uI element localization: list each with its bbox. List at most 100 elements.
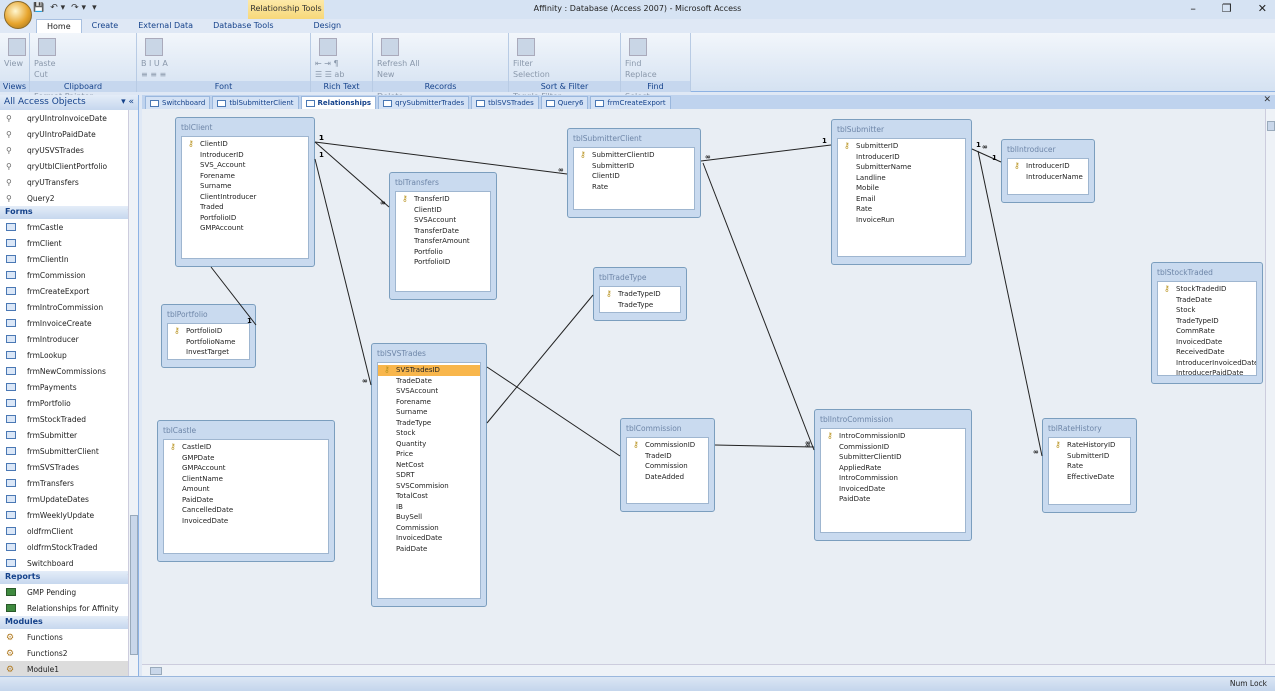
table-title[interactable]: tblIntroducer — [1007, 140, 1089, 158]
field[interactable]: InvoicedDate — [378, 533, 480, 544]
nav-item[interactable]: frmCastle — [0, 219, 138, 235]
relationship-line[interactable] — [486, 294, 594, 424]
field[interactable]: Email — [838, 194, 965, 205]
nav-item[interactable]: frmUpdateDates — [0, 491, 138, 507]
table-tblclient[interactable]: tblClientClientIDIntroducerIDSVS_Account… — [175, 117, 315, 267]
table-tbltransfers[interactable]: tblTransfersTransferIDClientIDSVSAccount… — [389, 172, 497, 300]
table-tblsubmitterclient[interactable]: tblSubmitterClientSubmitterClientIDSubmi… — [567, 128, 701, 218]
field[interactable]: Rate — [574, 182, 694, 193]
nav-item[interactable]: frmIntroducer — [0, 331, 138, 347]
primary-key-field[interactable]: StockTradedID — [1158, 284, 1256, 295]
field[interactable]: Amount — [164, 484, 328, 495]
restore-button[interactable]: ❐ — [1222, 2, 1232, 15]
vertical-scroll-thumb[interactable] — [1267, 121, 1275, 131]
field[interactable]: TradeID — [627, 451, 708, 462]
nav-scroll-thumb[interactable] — [130, 515, 138, 655]
horizontal-scrollbar[interactable] — [142, 664, 1275, 676]
qat-button[interactable]: ▾ — [92, 3, 97, 17]
field[interactable]: PaidDate — [821, 494, 965, 505]
field[interactable]: CancelledDate — [164, 505, 328, 516]
field[interactable]: Stock — [1158, 305, 1256, 316]
nav-item[interactable]: ⚲ qryUIntroPaidDate — [0, 126, 138, 142]
ribbon-button--ab[interactable]: ☰ ☰ ab — [315, 69, 368, 80]
ribbon-button-filter[interactable]: Filter — [513, 58, 616, 69]
primary-key-field[interactable]: TradeTypeID — [600, 289, 680, 300]
nav-item[interactable]: ⚲ qryUTransfers — [0, 174, 138, 190]
field[interactable]: SDRT — [378, 470, 480, 481]
relationship-line[interactable] — [700, 144, 832, 162]
field[interactable]: ClientID — [574, 171, 694, 182]
nav-pane-collapse-icon[interactable]: ▾ « — [121, 97, 134, 108]
field[interactable]: TradeType — [378, 418, 480, 429]
field[interactable]: PortfolioID — [182, 213, 308, 224]
field[interactable]: Commission — [627, 461, 708, 472]
nav-item[interactable]: frmLookup — [0, 347, 138, 363]
qat-button[interactable]: ↷ ▾ — [71, 3, 86, 17]
relationship-line[interactable] — [314, 158, 372, 386]
table-tblintrocommission[interactable]: tblIntroCommissionIntroCommissionIDCommi… — [814, 409, 972, 541]
table-title[interactable]: tblRateHistory — [1048, 419, 1131, 437]
close-document-icon[interactable]: ✕ — [1263, 95, 1271, 105]
doc-tab-relationships[interactable]: Relationships — [300, 96, 377, 109]
nav-item[interactable]: GMP Pending — [0, 584, 138, 600]
field[interactable]: Mobile — [838, 183, 965, 194]
vertical-scrollbar[interactable] — [1265, 109, 1275, 664]
field[interactable]: NetCost — [378, 460, 480, 471]
field[interactable]: Rate — [838, 204, 965, 215]
field[interactable]: Traded — [182, 202, 308, 213]
field[interactable]: ClientIntroducer — [182, 192, 308, 203]
nav-item[interactable]: ⚲ qryUtblClientPortfolio — [0, 158, 138, 174]
field[interactable]: CommRate — [1158, 326, 1256, 337]
primary-key-field[interactable]: IntroducerID — [1008, 161, 1088, 172]
field[interactable]: AppliedRate — [821, 463, 965, 474]
table-title[interactable]: tblSubmitter — [837, 120, 966, 138]
minimize-button[interactable]: – — [1190, 2, 1196, 15]
field[interactable]: ReceivedDate — [1158, 347, 1256, 358]
field[interactable]: Forename — [182, 171, 308, 182]
doc-tab-query6[interactable]: Query6 — [540, 96, 589, 109]
field[interactable]: SubmitterName — [838, 162, 965, 173]
table-tblportfolio[interactable]: tblPortfolioPortfolioIDPortfolioNameInve… — [161, 304, 256, 368]
table-tblintroducer[interactable]: tblIntroducerIntroducerIDIntroducerName — [1001, 139, 1095, 203]
table-tblsubmitter[interactable]: tblSubmitterSubmitterIDIntroducerIDSubmi… — [831, 119, 972, 265]
field[interactable]: InvoicedDate — [821, 484, 965, 495]
ribbon-button-refresh-all[interactable]: Refresh All — [377, 58, 504, 69]
field[interactable]: IntroCommission — [821, 473, 965, 484]
field[interactable]: InvoiceRun — [838, 215, 965, 226]
field[interactable]: InvoicedDate — [1158, 337, 1256, 348]
nav-item[interactable]: Switchboard — [0, 555, 138, 571]
relationship-line[interactable] — [702, 162, 815, 451]
field[interactable]: TradeDate — [378, 376, 480, 387]
relationship-line[interactable] — [486, 366, 621, 457]
relationship-line[interactable] — [314, 141, 390, 208]
nav-item[interactable]: frmIntroCommission — [0, 299, 138, 315]
primary-key-field[interactable]: SubmitterID — [838, 141, 965, 152]
qat-button[interactable]: 💾 — [33, 3, 44, 17]
field[interactable]: DateAdded — [627, 472, 708, 483]
primary-key-field[interactable]: SVSTradesID — [378, 365, 480, 376]
nav-item[interactable]: ⚲ qryUIntroInvoiceDate — [0, 110, 138, 126]
doc-tab-tblsubmitterclient[interactable]: tblSubmitterClient — [212, 96, 299, 109]
horizontal-scroll-thumb[interactable] — [150, 667, 162, 675]
nav-item[interactable]: oldfrmClient — [0, 523, 138, 539]
nav-item[interactable]: frmPortfolio — [0, 395, 138, 411]
field[interactable]: Quantity — [378, 439, 480, 450]
field[interactable]: PaidDate — [164, 495, 328, 506]
field[interactable]: IntroducerID — [182, 150, 308, 161]
field[interactable]: EffectiveDate — [1049, 472, 1130, 483]
field[interactable]: Surname — [182, 181, 308, 192]
field[interactable]: SubmitterClientID — [821, 452, 965, 463]
nav-item[interactable]: frmSVSTrades — [0, 459, 138, 475]
table-title[interactable]: tblStockTraded — [1157, 263, 1257, 281]
qat-button[interactable]: ↶ ▾ — [50, 3, 65, 17]
relationship-line[interactable] — [714, 444, 815, 448]
field[interactable]: Commission — [378, 523, 480, 534]
field[interactable]: Forename — [378, 397, 480, 408]
table-title[interactable]: tblTradeType — [599, 268, 681, 286]
nav-item[interactable]: frmCreateExport — [0, 283, 138, 299]
nav-item[interactable]: frmSubmitterClient — [0, 443, 138, 459]
field[interactable]: Stock — [378, 428, 480, 439]
ribbon-tab-design[interactable]: Design — [303, 19, 351, 33]
ribbon-button-find[interactable]: Find — [625, 58, 686, 69]
table-title[interactable]: tblSubmitterClient — [573, 129, 695, 147]
